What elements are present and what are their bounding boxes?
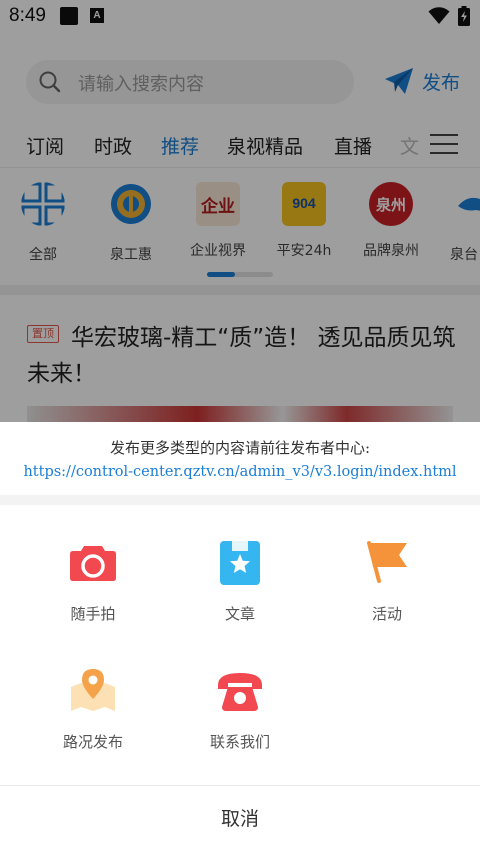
option-label: 路况发布 <box>62 733 123 751</box>
notice-text: 发布更多类型的内容请前往发布者中心: <box>109 439 371 457</box>
event-option[interactable]: 活动 <box>332 537 442 624</box>
option-label: 随手拍 <box>70 605 116 623</box>
publish-sheet: 发布更多类型的内容请前往发布者中心: https://control-cente… <box>0 422 480 853</box>
dim-overlay[interactable] <box>0 0 480 425</box>
traffic-report-option[interactable]: 路况发布 <box>38 665 148 752</box>
map-pin-icon <box>71 669 115 711</box>
cancel-button[interactable]: 取消 <box>0 786 480 853</box>
option-label: 活动 <box>371 605 402 623</box>
publisher-center-link[interactable]: https://control-center.qztv.cn/admin_v3/… <box>0 464 480 480</box>
article-option[interactable]: 文章 <box>185 537 295 624</box>
snapshot-option[interactable]: 随手拍 <box>38 537 148 624</box>
contact-us-option[interactable]: 联系我们 <box>185 665 295 752</box>
flag-icon <box>367 541 407 583</box>
article-star-icon <box>220 541 260 585</box>
option-label: 联系我们 <box>209 733 270 751</box>
sheet-divider <box>0 495 480 505</box>
publisher-notice: 发布更多类型的内容请前往发布者中心: https://control-cente… <box>0 422 480 495</box>
option-label: 文章 <box>224 605 255 623</box>
camera-icon <box>70 546 116 581</box>
telephone-icon <box>218 673 262 711</box>
